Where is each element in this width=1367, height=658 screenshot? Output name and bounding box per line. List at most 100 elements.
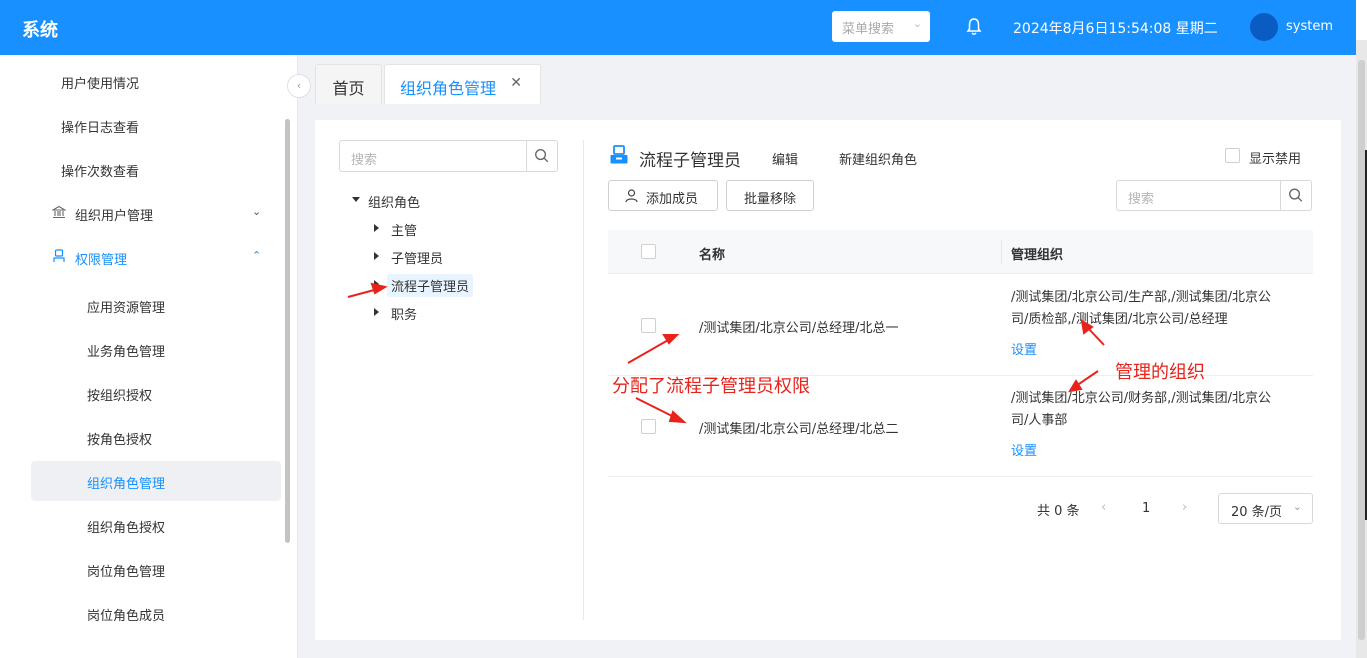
member-search-input[interactable]: 搜索 (1116, 180, 1312, 211)
show-disabled-checkbox[interactable] (1225, 148, 1240, 163)
tree-node-duty[interactable]: 职务 (374, 304, 418, 323)
settings-link[interactable]: 设置 (1011, 440, 1037, 459)
sidebar-item-org-role-management[interactable]: 组织角色管理 (31, 461, 281, 501)
annotation-assigned: 分配了流程子管理员权限 (612, 376, 810, 397)
sidebar-item-org-user-management[interactable]: 组织用户管理 ⌄ (0, 193, 280, 233)
managed-org: /测试集团/北京公司/财务部,/测试集团/北京公 司/人事部 (1011, 388, 1311, 432)
sidebar-item-post-role-management[interactable]: 岗位角色管理 (0, 549, 280, 589)
app-title: 系统 (22, 20, 58, 41)
role-title: 流程子管理员 (639, 151, 741, 171)
edit-button[interactable]: 编辑 (772, 149, 798, 168)
bell-icon[interactable] (966, 17, 982, 37)
chevron-down-icon: ⌄ (252, 205, 262, 218)
caret-right-icon[interactable] (374, 280, 379, 288)
tab-label: 首页 (332, 79, 365, 98)
sidebar-item-label: 岗位角色成员 (87, 609, 166, 624)
sidebar: 用户使用情况 操作日志查看 操作次数查看 组织用户管理 ⌄ 权限管理 ⌃ 应用资… (0, 55, 298, 658)
row-checkbox[interactable] (641, 419, 656, 434)
sidebar-scrollbar[interactable] (285, 119, 290, 543)
tree-search-placeholder: 搜索 (351, 153, 378, 168)
batch-remove-button[interactable]: 批量移除 (726, 180, 814, 211)
settings-link[interactable]: 设置 (1011, 339, 1037, 358)
tree-search-input[interactable]: 搜索 (339, 140, 558, 172)
chevron-down-icon: ⌄ (912, 17, 922, 30)
sidebar-item-label: 组织用户管理 (75, 209, 154, 224)
tab-label: 组织角色管理 (400, 79, 497, 98)
managed-org: /测试集团/北京公司/生产部,/测试集团/北京公 司/质检部,/测试集团/北京公… (1011, 287, 1311, 331)
sidebar-item-operation-count[interactable]: 操作次数查看 (0, 149, 280, 189)
page-size-select[interactable]: 20 条/页 ⌄ (1218, 493, 1313, 524)
select-all-checkbox[interactable] (641, 244, 656, 259)
sidebar-item-post-role-members[interactable]: 岗位角色成员 (0, 593, 280, 633)
tree-node-root[interactable]: 组织角色 (352, 192, 421, 211)
tree-node-sub-admin[interactable]: 子管理员 (374, 248, 444, 267)
member-name: /测试集团/北京公司/总经理/北总一 (699, 321, 899, 336)
sidebar-item-label: 组织角色授权 (87, 521, 166, 536)
add-member-button[interactable]: 添加成员 (608, 180, 718, 211)
pagination-total: 共 0 条 (1037, 504, 1080, 519)
tab-home[interactable]: 首页 (315, 64, 382, 104)
search-icon[interactable] (1280, 181, 1311, 210)
tree-node-label: 子管理员 (391, 252, 444, 267)
managed-org-line: 司/人事部 (1011, 413, 1068, 428)
sidebar-item-org-role-authorization[interactable]: 组织角色授权 (0, 505, 280, 545)
sidebar-item-label: 操作日志查看 (61, 121, 140, 136)
tree-node-supervisor[interactable]: 主管 (374, 220, 418, 239)
close-icon[interactable]: ✕ (510, 75, 522, 91)
sidebar-item-label: 权限管理 (75, 253, 128, 268)
sidebar-item-role-authorization[interactable]: 按角色授权 (0, 417, 280, 457)
search-icon[interactable] (526, 141, 557, 171)
username[interactable]: system (1286, 19, 1333, 34)
member-search-placeholder: 搜索 (1128, 192, 1155, 207)
current-datetime: 2024年8月6日15:54:08 星期二 (1013, 21, 1218, 37)
menu-search-select[interactable]: 菜单搜索 ⌄ (832, 11, 930, 42)
sidebar-item-operation-log[interactable]: 操作日志查看 (0, 105, 280, 145)
top-header: 系统 菜单搜索 ⌄ 2024年8月6日15:54:08 星期二 system (0, 0, 1356, 55)
row-checkbox[interactable] (641, 318, 656, 333)
page-number[interactable]: 1 (1142, 501, 1150, 516)
window-edge (1356, 0, 1367, 658)
sidebar-item-permission-management[interactable]: 权限管理 ⌃ (0, 237, 280, 277)
new-org-role-button[interactable]: 新建组织角色 (839, 149, 917, 168)
table-header: 名称 管理组织 (608, 230, 1313, 274)
menu-search-placeholder: 菜单搜索 (842, 22, 895, 37)
annotation-managed-org: 管理的组织 (1115, 362, 1205, 383)
tree-node-label: 组织角色 (368, 196, 421, 211)
sidebar-item-usage[interactable]: 用户使用情况 (0, 61, 280, 101)
caret-right-icon[interactable] (374, 224, 379, 232)
next-page-icon[interactable]: › (1182, 500, 1187, 515)
sidebar-item-label: 操作次数查看 (61, 165, 140, 180)
caret-right-icon[interactable] (374, 252, 379, 260)
sidebar-item-label: 用户使用情况 (61, 77, 140, 92)
sidebar-item-org-authorization[interactable]: 按组织授权 (0, 373, 280, 413)
sidebar-item-app-resources[interactable]: 应用资源管理 (0, 285, 280, 325)
caret-right-icon[interactable] (374, 308, 379, 316)
chevron-down-icon: ⌄ (1292, 500, 1302, 513)
show-disabled-label: 显示禁用 (1249, 152, 1302, 167)
member-name: /测试集团/北京公司/总经理/北总二 (699, 422, 899, 437)
sidebar-item-label: 应用资源管理 (87, 301, 166, 316)
managed-org-line: /测试集团/北京公司/生产部,/测试集团/北京公 (1011, 290, 1272, 305)
sidebar-item-business-roles[interactable]: 业务角色管理 (0, 329, 280, 369)
page-size-value: 20 条/页 (1231, 505, 1283, 520)
tree-node-process-sub-admin[interactable]: 流程子管理员 (374, 274, 474, 297)
prev-page-icon[interactable]: ‹ (1101, 500, 1106, 515)
avatar[interactable] (1250, 13, 1278, 41)
sidebar-item-label: 业务角色管理 (87, 345, 166, 360)
panel-divider (583, 140, 584, 620)
tree-node-label: 职务 (391, 308, 418, 323)
sidebar-item-label: 岗位角色管理 (87, 565, 166, 580)
user-icon (53, 249, 65, 262)
caret-down-icon[interactable] (352, 197, 360, 202)
tree-node-label: 主管 (391, 224, 418, 239)
column-header-org: 管理组织 (1011, 248, 1064, 263)
chevron-up-icon: ⌃ (252, 249, 262, 262)
add-member-label: 添加成员 (645, 192, 698, 207)
managed-org-line: 司/质检部,/测试集团/北京公司/总经理 (1011, 312, 1228, 327)
table-row: /测试集团/北京公司/总经理/北总一 /测试集团/北京公司/生产部,/测试集团/… (608, 275, 1313, 376)
tab-org-role-management[interactable]: 组织角色管理 ✕ (384, 64, 541, 104)
user-icon (625, 189, 638, 203)
sidebar-item-label: 组织角色管理 (87, 477, 166, 492)
collapse-sidebar-button[interactable]: ‹ (287, 74, 311, 98)
sidebar-item-label: 按角色授权 (87, 433, 153, 448)
